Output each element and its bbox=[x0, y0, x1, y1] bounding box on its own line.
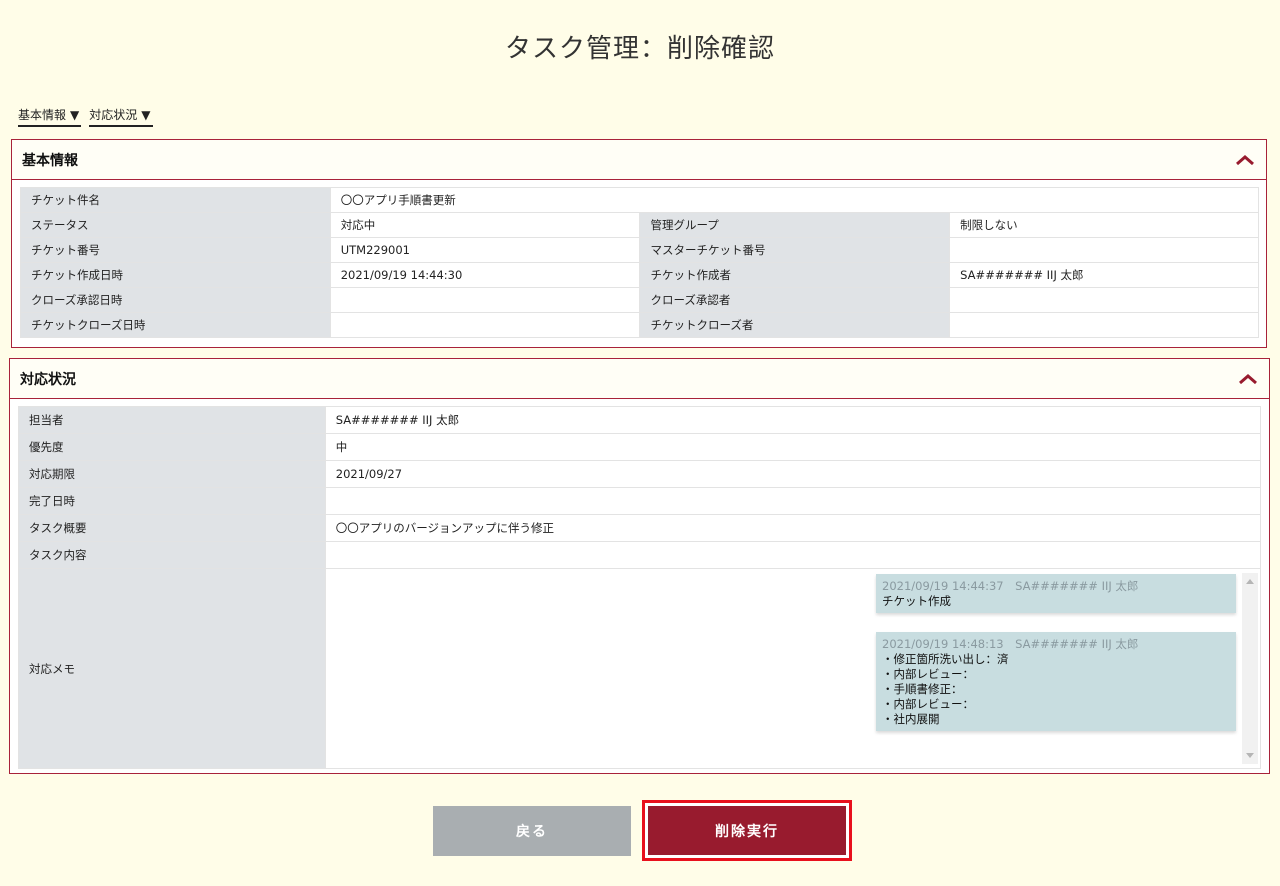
ticket-name-label: チケット件名 bbox=[20, 187, 331, 213]
jump-link-label: 基本情報 bbox=[18, 108, 67, 122]
field-value: 制限しない bbox=[949, 212, 1259, 238]
field-label: ステータス bbox=[20, 212, 331, 238]
jump-link-label: 対応状況 bbox=[89, 108, 138, 122]
section-jump-links: 基本情報 ▼ 対応状況 ▼ bbox=[18, 106, 153, 127]
field-label: チケット番号 bbox=[20, 237, 331, 263]
triangle-down-icon: ▼ bbox=[70, 107, 80, 122]
memo-line: ・社内展開 bbox=[882, 712, 940, 726]
chevron-up-icon bbox=[1236, 154, 1254, 165]
status-table: 担当者 SA####### IIJ 太郎 優先度 中 対応期限 2021/09/… bbox=[18, 406, 1262, 769]
field-label: 対応期限 bbox=[18, 460, 326, 488]
table-row: チケット番号 UTM229001 マスターチケット番号 bbox=[20, 237, 1259, 263]
field-label: チケットクローズ者 bbox=[639, 312, 951, 338]
field-value: SA####### IIJ 太郎 bbox=[949, 262, 1259, 288]
memo-entry: 2021/09/19 14:48:13 SA####### IIJ 太郎 ・修正… bbox=[876, 632, 1236, 731]
field-value: UTM229001 bbox=[329, 237, 641, 263]
back-button[interactable]: 戻る bbox=[433, 806, 631, 856]
basic-info-panel: 基本情報 チケット件名 〇〇アプリ手順書更新 ステータス 対応中 管理グループ … bbox=[11, 139, 1267, 348]
field-value: 2021/09/19 14:44:30 bbox=[329, 262, 641, 288]
field-label: チケットクローズ日時 bbox=[20, 312, 331, 338]
field-label: タスク内容 bbox=[18, 541, 326, 569]
chevron-up-icon bbox=[1239, 373, 1257, 384]
delete-execute-button[interactable]: 削除実行 bbox=[648, 806, 846, 855]
field-value bbox=[324, 541, 1262, 569]
triangle-down-icon: ▼ bbox=[141, 107, 151, 122]
field-value bbox=[324, 487, 1262, 515]
field-label: チケット作成者 bbox=[639, 262, 951, 288]
field-label: クローズ承認日時 bbox=[20, 287, 331, 313]
field-value bbox=[329, 287, 641, 313]
table-row: タスク内容 bbox=[18, 541, 1262, 569]
table-row: チケット作成日時 2021/09/19 14:44:30 チケット作成者 SA#… bbox=[20, 262, 1259, 288]
delete-button-highlight: 削除実行 bbox=[642, 800, 852, 861]
table-row: 対応メモ 2021/09/19 14:44:37 SA####### IIJ 太… bbox=[18, 568, 1262, 769]
memo-line: ・内部レビュー： bbox=[882, 697, 974, 711]
memo-label: 対応メモ bbox=[18, 568, 326, 769]
field-label: チケット作成日時 bbox=[20, 262, 331, 288]
field-value: 〇〇アプリのバージョンアップに伴う修正 bbox=[324, 514, 1262, 542]
field-value bbox=[949, 312, 1259, 338]
table-row: タスク概要 〇〇アプリのバージョンアップに伴う修正 bbox=[18, 514, 1262, 542]
field-value: 対応中 bbox=[329, 212, 641, 238]
collapse-status-button[interactable] bbox=[1237, 368, 1259, 390]
memo-area[interactable]: 2021/09/19 14:44:37 SA####### IIJ 太郎 チケッ… bbox=[324, 568, 1262, 769]
memo-line: ・手順書修正： bbox=[882, 682, 963, 696]
field-value bbox=[949, 237, 1259, 263]
memo-meta: 2021/09/19 14:44:37 SA####### IIJ 太郎 bbox=[882, 579, 1139, 593]
basic-info-title: 基本情報 bbox=[22, 152, 78, 169]
memo-entry: 2021/09/19 14:44:37 SA####### IIJ 太郎 チケッ… bbox=[876, 574, 1236, 613]
table-row: 優先度 中 bbox=[18, 433, 1262, 461]
memo-line: ・修正箇所洗い出し：済 bbox=[882, 652, 1009, 666]
field-value: 中 bbox=[324, 433, 1262, 461]
field-label: クローズ承認者 bbox=[639, 287, 951, 313]
memo-line: チケット作成 bbox=[882, 594, 951, 608]
table-row: チケットクローズ日時 チケットクローズ者 bbox=[20, 312, 1259, 338]
memo-meta: 2021/09/19 14:48:13 SA####### IIJ 太郎 bbox=[882, 637, 1139, 651]
table-row: クローズ承認日時 クローズ承認者 bbox=[20, 287, 1259, 313]
field-label: 優先度 bbox=[18, 433, 326, 461]
table-row: 対応期限 2021/09/27 bbox=[18, 460, 1262, 488]
status-panel: 対応状況 担当者 SA####### IIJ 太郎 優先度 中 対応期限 202… bbox=[9, 358, 1270, 774]
field-label: 担当者 bbox=[18, 406, 326, 434]
table-row: 担当者 SA####### IIJ 太郎 bbox=[18, 406, 1262, 434]
field-label: 管理グループ bbox=[639, 212, 951, 238]
field-value bbox=[949, 287, 1259, 313]
field-label: マスターチケット番号 bbox=[639, 237, 951, 263]
collapse-basic-info-button[interactable] bbox=[1234, 149, 1256, 171]
field-value: SA####### IIJ 太郎 bbox=[324, 406, 1262, 434]
memo-line: ・内部レビュー： bbox=[882, 667, 974, 681]
jump-link-status[interactable]: 対応状況 ▼ bbox=[89, 106, 153, 127]
field-label: 完了日時 bbox=[18, 487, 326, 515]
field-value bbox=[329, 312, 641, 338]
table-row: 完了日時 bbox=[18, 487, 1262, 515]
scroll-up-icon[interactable] bbox=[1246, 579, 1254, 584]
basic-info-header: 基本情報 bbox=[12, 140, 1266, 180]
page-title: タスク管理：削除確認 bbox=[504, 34, 775, 64]
status-title: 対応状況 bbox=[20, 371, 76, 388]
scroll-down-icon[interactable] bbox=[1246, 753, 1254, 758]
table-row: ステータス 対応中 管理グループ 制限しない bbox=[20, 212, 1259, 238]
basic-info-table: チケット件名 〇〇アプリ手順書更新 ステータス 対応中 管理グループ 制限しない… bbox=[20, 187, 1260, 338]
status-header: 対応状況 bbox=[10, 359, 1269, 399]
table-row: チケット件名 〇〇アプリ手順書更新 bbox=[20, 187, 1260, 213]
field-value: 2021/09/27 bbox=[324, 460, 1262, 488]
field-label: タスク概要 bbox=[18, 514, 326, 542]
memo-scrollbar[interactable] bbox=[1242, 573, 1258, 764]
ticket-name-value: 〇〇アプリ手順書更新 bbox=[329, 187, 1260, 213]
jump-link-basic-info[interactable]: 基本情報 ▼ bbox=[18, 106, 82, 127]
